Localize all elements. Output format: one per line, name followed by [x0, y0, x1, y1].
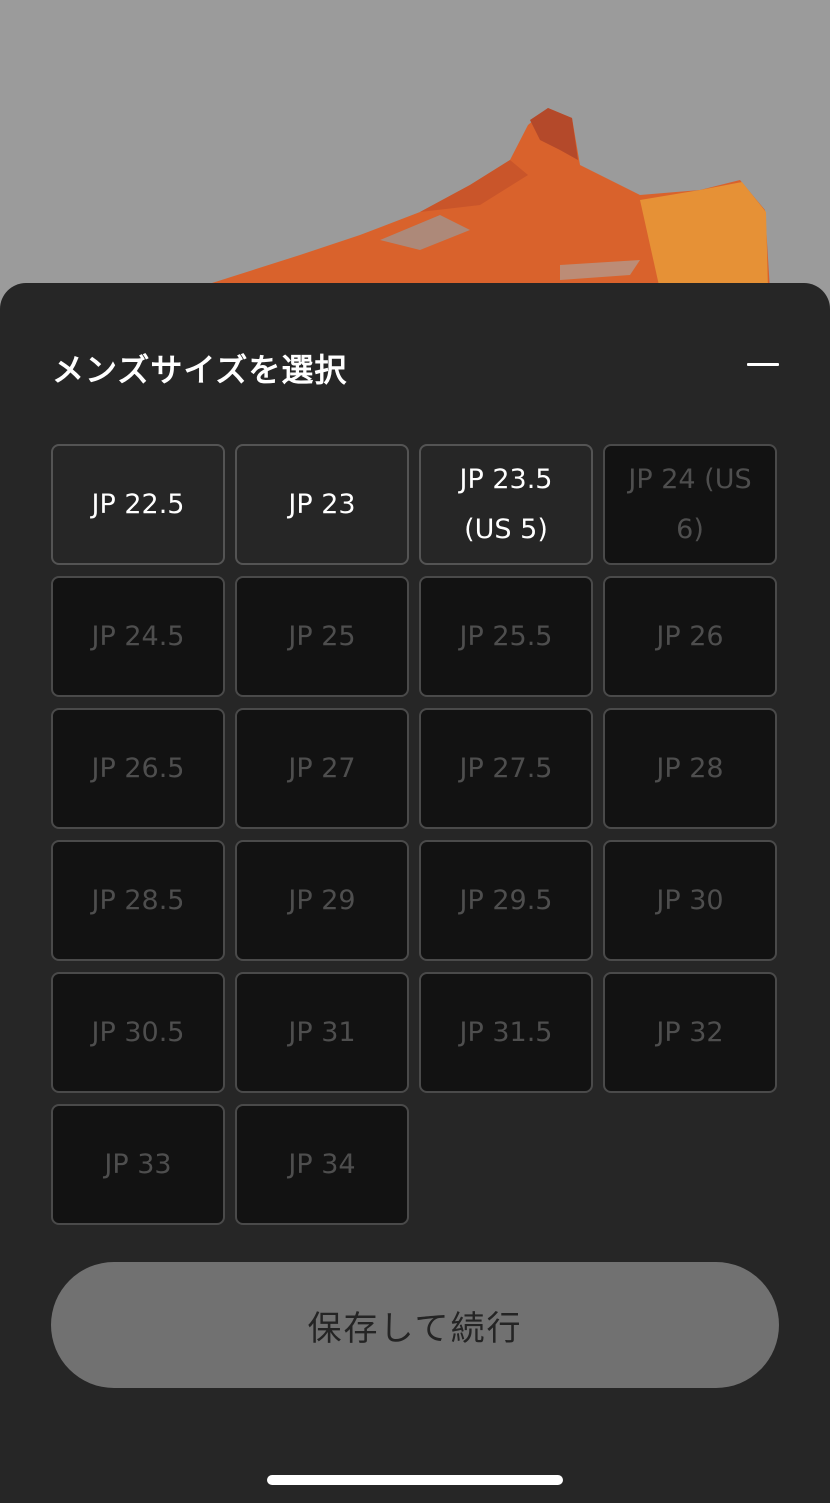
size-grid: JP 22.5 JP 23 JP 23.5 (US 5) JP 24 (US 6) JP…: [51, 444, 779, 1225]
size-option[interactable]: JP 34: [235, 1104, 409, 1225]
size-option[interactable]: JP 24 (US 6): [603, 444, 777, 565]
size-option[interactable]: JP 29.5: [419, 840, 593, 961]
collapse-button[interactable]: [738, 343, 788, 385]
size-option[interactable]: JP 26.5: [51, 708, 225, 829]
size-selection-sheet: メンズサイズを選択 JP 22.5 JP 23 JP 23.5 (US 5) JP 2…: [0, 283, 830, 1503]
sheet-title: メンズサイズを選択: [52, 351, 348, 389]
size-option[interactable]: JP 24.5: [51, 576, 225, 697]
size-option[interactable]: JP 26: [603, 576, 777, 697]
size-option[interactable]: JP 33: [51, 1104, 225, 1225]
size-option[interactable]: JP 27.5: [419, 708, 593, 829]
size-option[interactable]: JP 23: [235, 444, 409, 565]
size-option[interactable]: JP 25.5: [419, 576, 593, 697]
home-indicator: [267, 1475, 563, 1485]
minus-icon: [747, 362, 779, 366]
size-option[interactable]: JP 29: [235, 840, 409, 961]
size-option[interactable]: JP 30: [603, 840, 777, 961]
size-option[interactable]: JP 25: [235, 576, 409, 697]
size-option[interactable]: JP 31.5: [419, 972, 593, 1093]
product-image: [0, 0, 830, 300]
shoe-image: [190, 108, 770, 290]
size-option[interactable]: JP 28.5: [51, 840, 225, 961]
size-option[interactable]: JP 31: [235, 972, 409, 1093]
size-option[interactable]: JP 28: [603, 708, 777, 829]
size-option[interactable]: JP 27: [235, 708, 409, 829]
size-option[interactable]: JP 30.5: [51, 972, 225, 1093]
size-option[interactable]: JP 23.5 (US 5): [419, 444, 593, 565]
size-option[interactable]: JP 22.5: [51, 444, 225, 565]
save-and-continue-button[interactable]: 保存して続行: [51, 1262, 779, 1388]
size-option[interactable]: JP 32: [603, 972, 777, 1093]
